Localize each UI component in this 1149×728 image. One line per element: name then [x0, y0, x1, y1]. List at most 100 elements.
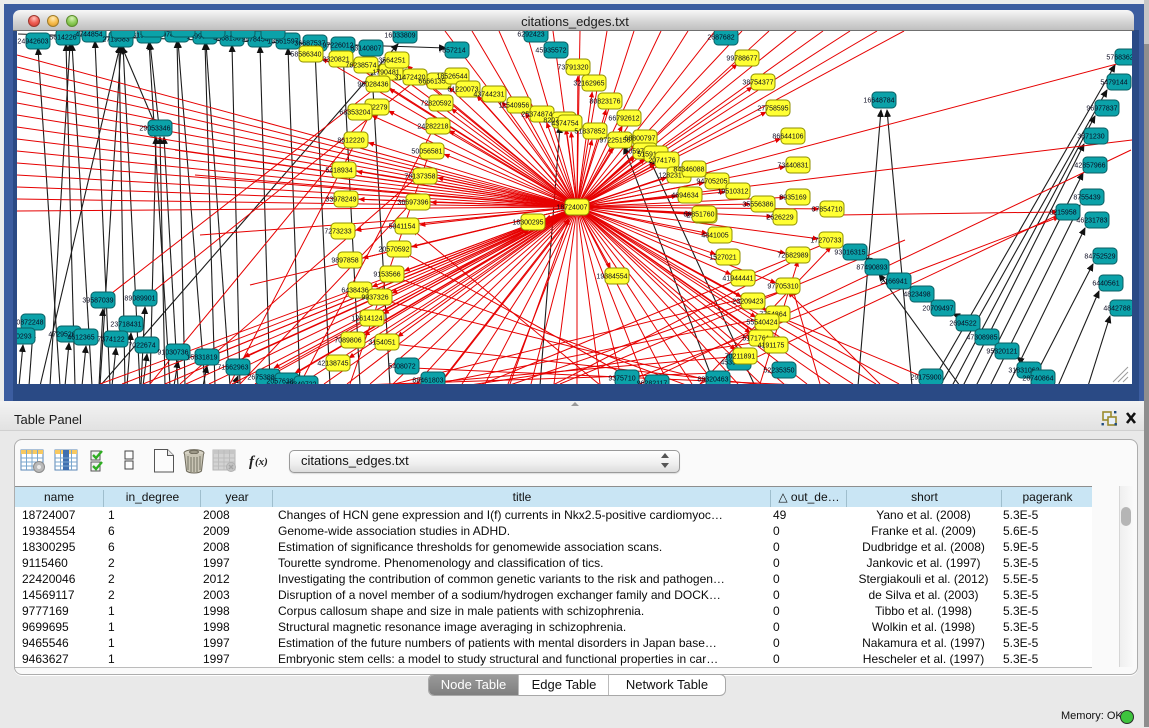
svg-text:86644106: 86644106 [772, 134, 803, 141]
svg-text:(x): (x) [255, 456, 268, 468]
svg-text:42857966: 42857966 [1074, 163, 1105, 170]
svg-text:6292423: 6292423 [517, 32, 544, 39]
svg-text:73440831: 73440831 [777, 163, 808, 170]
svg-text:95320121: 95320121 [986, 349, 1017, 356]
svg-text:55540424: 55540424 [746, 320, 777, 327]
svg-text:66851760: 66851760 [683, 212, 714, 219]
svg-text:4841005: 4841005 [701, 233, 728, 240]
svg-text:2687682: 2687682 [707, 35, 734, 42]
svg-text:3871230: 3871230 [1077, 134, 1104, 141]
svg-text:18724007: 18724007 [556, 205, 587, 212]
svg-text:32162965: 32162965 [573, 81, 604, 88]
svg-text:33978249: 33978249 [325, 197, 356, 204]
svg-text:41944441: 41944441 [722, 276, 753, 283]
svg-text:67854710: 67854710 [811, 207, 842, 214]
svg-text:8215958: 8215958 [1049, 210, 1076, 217]
svg-text:96028436: 96028436 [357, 82, 388, 89]
svg-text:29053346: 29053346 [139, 126, 170, 133]
svg-text:88461803: 88461803 [412, 378, 443, 385]
svg-text:43744231: 43744231 [473, 92, 504, 99]
svg-text:9153566: 9153566 [373, 272, 400, 279]
svg-text:97226012: 97226012 [322, 43, 353, 50]
svg-text:16648784: 16648784 [863, 98, 894, 105]
svg-text:5408072: 5408072 [388, 364, 415, 371]
svg-text:28740864: 28740864 [1022, 376, 1053, 383]
svg-text:96282117: 96282117 [637, 381, 668, 385]
svg-text:7273233: 7273233 [324, 229, 351, 236]
svg-text:7022674: 7022674 [128, 343, 155, 350]
svg-text:47308985: 47308985 [966, 335, 997, 342]
svg-text:2166941: 2166941 [880, 279, 907, 286]
svg-text:46231783: 46231783 [1076, 218, 1107, 225]
svg-text:68800797: 68800797 [624, 136, 655, 143]
svg-text:87490893: 87490893 [856, 265, 887, 272]
svg-text:45935572: 45935572 [535, 48, 566, 55]
svg-text:36697396: 36697396 [397, 200, 428, 207]
svg-text:2074176: 2074176 [648, 158, 675, 165]
svg-text:5418934: 5418934 [325, 168, 352, 175]
svg-text:7857214: 7857214 [438, 48, 465, 55]
svg-text:39587039: 39587039 [82, 298, 113, 305]
svg-text:88320463: 88320463 [697, 377, 728, 384]
svg-text:1527021: 1527021 [709, 255, 736, 262]
svg-text:17270733: 17270733 [810, 238, 841, 245]
svg-text:73791320: 73791320 [557, 65, 588, 72]
svg-text:19384554: 19384554 [596, 274, 627, 281]
svg-text:42138745: 42138745 [317, 361, 348, 368]
svg-text:7374122: 7374122 [97, 337, 124, 344]
svg-text:76238574: 76238574 [345, 63, 376, 70]
svg-text:23209423: 23209423 [732, 299, 763, 306]
svg-text:15831819: 15831819 [186, 355, 217, 362]
svg-text:52235350: 52235350 [763, 368, 794, 375]
svg-text:5041154: 5041154 [389, 224, 416, 231]
svg-text:70211891: 70211891 [725, 354, 756, 361]
svg-text:50056581: 50056581 [411, 149, 442, 156]
svg-text:8755439: 8755439 [1073, 195, 1100, 202]
svg-text:8935169: 8935169 [779, 195, 806, 202]
svg-text:16033809: 16033809 [384, 33, 415, 40]
svg-text:18300295: 18300295 [512, 220, 543, 227]
svg-text:93016315: 93016315 [834, 250, 865, 257]
svg-text:3564251: 3564251 [378, 58, 405, 65]
svg-text:4842788: 4842788 [1103, 306, 1130, 313]
svg-text:24942603: 24942603 [17, 39, 48, 46]
svg-text:84346088: 84346088 [673, 167, 704, 174]
svg-text:3154051: 3154051 [368, 340, 395, 347]
svg-text:23718431: 23718431 [110, 322, 141, 329]
svg-text:66792612: 66792612 [608, 116, 639, 123]
svg-text:71662963: 71662963 [217, 365, 248, 372]
svg-text:5479144: 5479144 [1100, 80, 1127, 87]
svg-text:80823176: 80823176 [589, 99, 620, 106]
svg-text:91030736: 91030736 [157, 350, 188, 357]
svg-text:18526544: 18526544 [436, 74, 467, 81]
svg-text:35556386: 35556386 [742, 202, 773, 209]
svg-text:57683626: 57683626 [1106, 55, 1132, 62]
svg-text:72820592: 72820592 [420, 101, 451, 108]
svg-text:10872248: 10872248 [17, 320, 44, 327]
svg-text:99788677: 99788677 [726, 56, 757, 63]
svg-text:6440561: 6440561 [1092, 281, 1119, 288]
svg-text:8090293: 8090293 [17, 334, 32, 341]
svg-text:97705310: 97705310 [767, 284, 798, 291]
svg-text:96977837: 96977837 [1086, 106, 1117, 113]
svg-text:58586340: 58586340 [290, 52, 321, 59]
svg-text:7089806: 7089806 [334, 338, 361, 345]
svg-text:4374754: 4374754 [551, 121, 578, 128]
svg-text:12614124: 12614124 [351, 316, 382, 323]
svg-text:19510312: 19510312 [717, 189, 748, 196]
svg-text:68353204: 68353204 [339, 110, 370, 117]
svg-text:9375710: 9375710 [608, 376, 635, 383]
svg-text:4612365: 4612365 [67, 335, 94, 342]
svg-text:20709497: 20709497 [922, 306, 953, 313]
svg-text:27758595: 27758595 [757, 106, 788, 113]
svg-text:51837852: 51837852 [574, 129, 605, 136]
svg-text:5614226: 5614226 [49, 35, 76, 42]
svg-text:94705205: 94705205 [696, 179, 727, 186]
svg-text:83140807: 83140807 [350, 46, 381, 53]
svg-text:4191175: 4191175 [758, 343, 785, 350]
svg-text:84752529: 84752529 [1084, 254, 1115, 261]
svg-text:4694634: 4694634 [671, 193, 698, 200]
svg-text:8612220: 8612220 [337, 138, 364, 145]
svg-text:4823498: 4823498 [903, 292, 930, 299]
svg-text:49349722: 49349722 [285, 382, 316, 385]
